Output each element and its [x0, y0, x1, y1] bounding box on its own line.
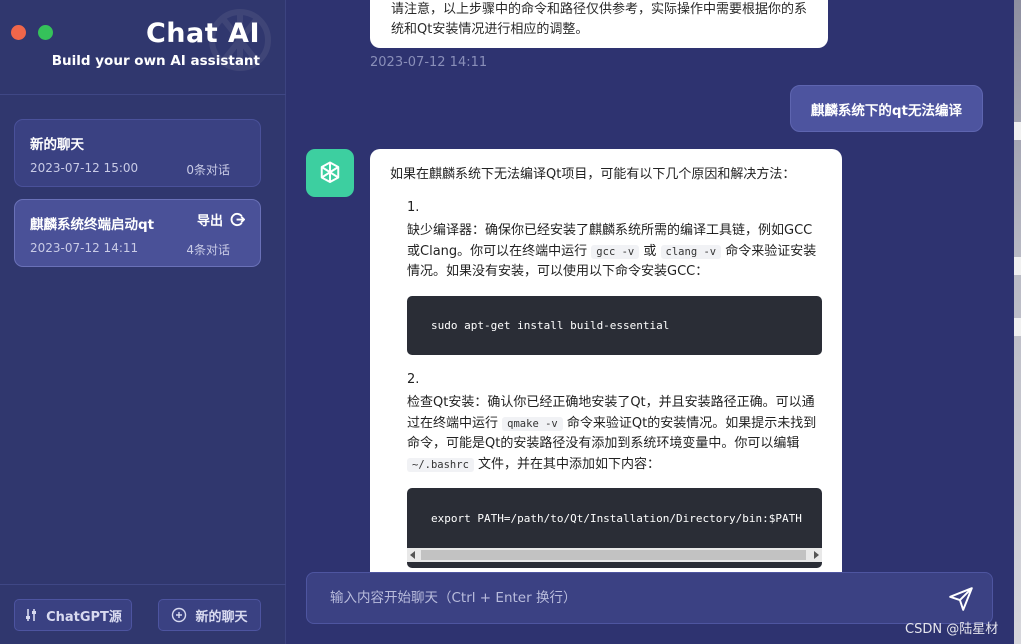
- background-tab: [1014, 318, 1021, 336]
- app-subtitle: Build your own AI assistant: [51, 53, 260, 69]
- sidebar-bottom-divider: [0, 584, 286, 585]
- conversation-count: 0条对话: [186, 163, 230, 177]
- scrollbar-thumb[interactable]: [421, 550, 806, 560]
- message-timestamp: 2023-07-12 14:11: [370, 55, 488, 70]
- inline-code: gcc -v: [591, 244, 640, 259]
- conversation-count: 4条对话: [186, 243, 230, 257]
- chatgpt-source-label: ChatGPT源: [46, 609, 122, 625]
- answer-intro: 如果在麒麟系统下无法编译Qt项目，可能有以下几个原因和解决方法：: [390, 167, 796, 182]
- list-item-text: 缺少编译器：确保你已经安装了麒麟系统所需的编译工具链，例如GCC或Clang。你…: [407, 221, 825, 283]
- conversation-title: 麒麟系统终端启动qt: [30, 217, 155, 233]
- assistant-message-text: 请注意，以上步骤中的命令和路径仅供参考，实际操作中需要根据你的系统和Qt安装情况…: [391, 2, 808, 37]
- background-tab: [1014, 122, 1021, 140]
- list-number: 1.: [407, 200, 420, 215]
- conversation-item[interactable]: 新的聊天 2023-07-12 15:00 0条对话: [14, 119, 261, 187]
- user-message-text: 麒麟系统下的qt无法编译: [810, 102, 962, 119]
- chat-area: 请注意，以上步骤中的命令和路径仅供参考，实际操作中需要根据你的系统和Qt安装情况…: [287, 0, 1014, 644]
- inline-code: qmake -v: [502, 416, 563, 431]
- sidebar: Chat AI Build your own AI assistant 新的聊天…: [0, 0, 286, 644]
- list-item-text: 检查Qt安装：确认你已经正确地安装了Qt，并且安装路径正确。可以通过在终端中运行…: [407, 393, 825, 475]
- conversation-date: 2023-07-12 15:00: [30, 161, 139, 175]
- app-window: Chat AI Build your own AI assistant 新的聊天…: [0, 0, 1014, 644]
- csdn-watermark: CSDN @陆星材: [905, 622, 999, 637]
- close-window-button[interactable]: [11, 25, 26, 40]
- scroll-right-icon[interactable]: [814, 551, 819, 559]
- plus-circle-icon: [172, 607, 187, 623]
- assistant-message: 如果在麒麟系统下无法编译Qt项目，可能有以下几个原因和解决方法： 1. 缺少编译…: [370, 149, 842, 579]
- horizontal-scrollbar[interactable]: [407, 548, 822, 562]
- app-title: Chat AI: [145, 18, 260, 49]
- inline-code: ~/.bashrc: [407, 457, 474, 472]
- user-message: 麒麟系统下的qt无法编译: [789, 85, 983, 132]
- code-block[interactable]: export PATH=/path/to/Qt/Installation/Dir…: [407, 488, 822, 568]
- code-block[interactable]: sudo apt-get install build-essential: [407, 296, 822, 355]
- background-window-edge: [1014, 0, 1021, 644]
- message-input[interactable]: [307, 573, 927, 623]
- send-icon[interactable]: [948, 586, 974, 612]
- message-input-box: [306, 572, 993, 624]
- assistant-avatar: [306, 149, 354, 197]
- export-label: 导出: [196, 214, 223, 229]
- conversation-title: 新的聊天: [30, 137, 84, 153]
- maximize-window-button[interactable]: [38, 25, 53, 40]
- new-chat-button[interactable]: 新的聊天: [158, 599, 261, 631]
- code-text: export PATH=/path/to/Qt/Installation/Dir…: [431, 512, 802, 525]
- openai-logo-icon: [320, 161, 340, 183]
- sidebar-divider: [0, 94, 286, 95]
- conversation-date: 2023-07-12 14:11: [30, 241, 139, 255]
- text-segment: 文件，并在其中添加如下内容：: [478, 456, 661, 472]
- export-icon: [230, 212, 245, 227]
- list-number: 2.: [407, 372, 420, 387]
- text-segment: 或: [643, 243, 657, 259]
- assistant-message: 请注意，以上步骤中的命令和路径仅供参考，实际操作中需要根据你的系统和Qt安装情况…: [370, 0, 828, 48]
- new-chat-label: 新的聊天: [195, 609, 248, 625]
- conversation-item-active[interactable]: 麒麟系统终端启动qt 导出 2023-07-12 14:11 4条对话: [14, 199, 261, 267]
- code-text: sudo apt-get install build-essential: [431, 319, 670, 332]
- background-tab: [1014, 257, 1021, 275]
- export-button[interactable]: 导出: [197, 210, 245, 229]
- chatgpt-source-button[interactable]: ChatGPT源: [14, 599, 132, 631]
- scroll-left-icon[interactable]: [410, 551, 415, 559]
- sliders-icon: [26, 609, 37, 621]
- inline-code: clang -v: [660, 244, 722, 259]
